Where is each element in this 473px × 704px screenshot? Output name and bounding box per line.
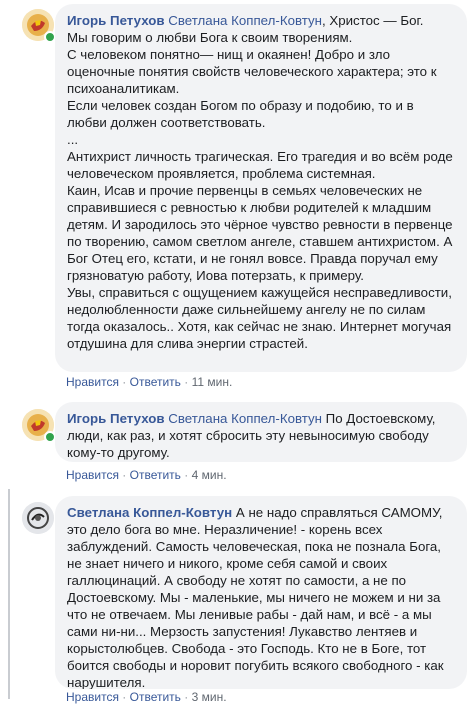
comment-mention[interactable]: Светлана Коппел-Ковтун <box>168 411 322 426</box>
comment-actions: Нравится · Ответить · 11 мин. <box>66 375 232 389</box>
comment-bubble: Светлана Коппел-Ковтун А не надо справля… <box>55 496 467 689</box>
comment-actions: Нравится · Ответить · 3 мин. <box>66 690 227 704</box>
comment-paragraph: Мы говорим о любви Бога к своим творения… <box>67 30 353 45</box>
comment-author[interactable]: Игорь Петухов <box>67 411 165 426</box>
separator: · <box>184 375 189 389</box>
avatar-svetlana[interactable] <box>22 502 54 534</box>
separator: · <box>122 690 127 704</box>
reply-link[interactable]: Ответить <box>130 690 181 704</box>
separator: · <box>122 468 127 482</box>
comment-paragraph: Если человек создан Богом по образу и по… <box>67 98 418 130</box>
reply-link[interactable]: Ответить <box>130 468 181 482</box>
comment-timestamp[interactable]: 3 мин. <box>192 690 227 704</box>
thread-line <box>8 489 10 699</box>
like-link[interactable]: Нравится <box>66 690 119 704</box>
comment-text: А не надо справляться САМОМУ, это дело б… <box>67 505 448 689</box>
comment-text: , Христос — Бог. <box>321 13 424 28</box>
comment-bubble: Игорь Петухов Светлана Коппел-Ковтун, Хр… <box>55 4 467 372</box>
separator: · <box>184 690 189 704</box>
comment-actions: Нравится · Ответить · 4 мин. <box>66 468 227 482</box>
comment-mention[interactable]: Светлана Коппел-Ковтун <box>168 13 322 28</box>
comment-timestamp[interactable]: 11 мин. <box>192 375 233 389</box>
reply-link[interactable]: Ответить <box>130 375 181 389</box>
comment-bubble: Игорь Петухов Светлана Коппел-Ковтун По … <box>55 402 467 462</box>
comment-paragraph: Каин, Исав и прочие первенцы в семьях че… <box>67 183 457 283</box>
like-link[interactable]: Нравится <box>66 375 119 389</box>
comment-author[interactable]: Игорь Петухов <box>67 13 165 28</box>
separator: · <box>122 375 127 389</box>
like-link[interactable]: Нравится <box>66 468 119 482</box>
comment-paragraph: Антихрист личность трагическая. Его траг… <box>67 149 457 181</box>
comment-paragraph: Увы, справиться с ощущением кажущейся не… <box>67 285 456 351</box>
comment-paragraph: ... <box>67 132 79 147</box>
comment-paragraph: С человеком понятно— нищ и окаянен! Добр… <box>67 47 441 96</box>
comment-author[interactable]: Светлана Коппел-Ковтун <box>67 505 232 520</box>
comment-timestamp[interactable]: 4 мин. <box>192 468 227 482</box>
separator: · <box>184 468 189 482</box>
